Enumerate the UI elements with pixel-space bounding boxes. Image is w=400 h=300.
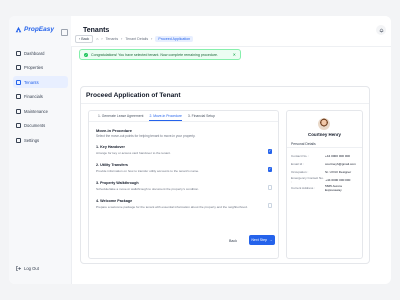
breadcrumb-back-button[interactable]: ‹ Back [75, 35, 94, 43]
wrench-icon [16, 108, 21, 114]
notification-bell-icon[interactable] [376, 25, 386, 35]
logout-label: Log Out [24, 266, 39, 271]
alert-message: Congratulations! You have selected tenan… [91, 52, 219, 57]
sidebar-item-label: Documents [24, 123, 46, 128]
steps-list: 1. Key Handover Arrange for key or acces… [96, 145, 272, 217]
sidebar-item-financials[interactable]: Financials [13, 91, 68, 103]
sidebar-item-maintenance[interactable]: Maintenance [13, 105, 68, 117]
step-description: Schedule/take a move-in walkthrough to d… [96, 187, 200, 191]
detail-row: Contact No. : +44 0000 000 000 [291, 152, 359, 160]
next-step-button[interactable]: Next Step → [249, 235, 275, 245]
details-list: Contact No. : +44 0000 000 000 Email Id … [291, 152, 359, 192]
list-item: 2. Utility Transfers Provide information… [96, 163, 272, 181]
gear-icon [16, 137, 21, 143]
wallet-icon [16, 94, 21, 99]
personal-details-title: Personal Details [291, 142, 316, 146]
step-title: 2. Utility Transfers [96, 163, 128, 167]
step-checkbox[interactable] [267, 185, 272, 190]
success-alert: ✓ Congratulations! You have selected ten… [79, 49, 241, 60]
sidebar-item-dashboard[interactable]: Dashboard [13, 47, 68, 59]
detail-row: Occupation : Sr. UX/UI Designer [291, 168, 359, 176]
divider [287, 147, 362, 148]
detail-label: Occupation : [291, 170, 309, 174]
sidebar-item-label: Tenants [24, 79, 39, 85]
next-step-label: Next Step [251, 238, 268, 242]
sidebar-item-label: Properties [24, 65, 44, 70]
step-description: Prepare a welcome package for the tenant… [96, 205, 248, 209]
step-checkbox[interactable] [267, 203, 272, 208]
section-subtitle: Select the move-out points for helping t… [96, 134, 196, 138]
detail-row: Current Address : 5665 Aurora Expressway [291, 184, 359, 192]
tab-move-in[interactable]: 2. Move-in Procedure [149, 111, 182, 121]
sidebar-item-label: Financials [24, 94, 43, 99]
sidebar: PropEasy Dashboard Properties Tenants Fi… [9, 16, 72, 284]
detail-value: +44 0000 000 000 [325, 178, 351, 182]
breadcrumb-current: Proceed Application [155, 36, 194, 42]
detail-label: Current Address : [291, 186, 316, 190]
step-title: 1. Key Handover [96, 145, 125, 149]
divider [81, 103, 369, 104]
breadcrumb-item[interactable]: Tenants [106, 37, 119, 41]
bell-icon [379, 28, 383, 32]
step-tabs: 1. Generate Lease Agreement 2. Move-in P… [89, 111, 278, 122]
detail-row: Emergency Contact No. : +44 0000 000 000 [291, 176, 359, 184]
step-title: 3. Property Walkthrough [96, 181, 139, 185]
detail-value: courtneyh@gmail.com [325, 162, 356, 166]
sidebar-nav: Dashboard Properties Tenants Financials … [13, 47, 68, 149]
list-item: 1. Key Handover Arrange for key or acces… [96, 145, 272, 163]
detail-value: Sr. UX/UI Designer [325, 170, 352, 174]
list-item: 3. Property Walkthrough Schedule/take a … [96, 181, 272, 199]
sidebar-item-label: Dashboard [24, 50, 45, 56]
detail-label: Emergency Contact No. : [291, 176, 324, 184]
section-title: Move-in Procedure [96, 128, 133, 133]
step-checkbox[interactable]: ✓ [267, 149, 272, 154]
detail-row: Email Id : courtneyh@gmail.com [291, 160, 359, 168]
grid-icon [16, 50, 21, 56]
sidebar-item-documents[interactable]: Documents [13, 120, 68, 132]
step-checkbox[interactable]: ✓ [267, 167, 272, 172]
breadcrumb-item[interactable]: Tenant Details [125, 37, 148, 41]
list-item: 4. Welcome Package Prepare a welcome pac… [96, 199, 272, 217]
procedure-panel: 1. Generate Lease Agreement 2. Move-in P… [88, 110, 279, 259]
tab-lease-agreement[interactable]: 1. Generate Lease Agreement [98, 111, 143, 121]
step-description: Arrange for key or access card handover … [96, 151, 171, 155]
logout-icon [16, 266, 21, 271]
sidebar-collapse-icon[interactable] [61, 29, 68, 36]
sidebar-item-label: Settings [24, 137, 40, 143]
step-title: 4. Welcome Package [96, 199, 133, 203]
logout-button[interactable]: Log Out [16, 266, 39, 271]
detail-value: +44 0000 000 000 [325, 154, 351, 158]
breadcrumb-home-icon[interactable]: ⌂ [96, 37, 98, 41]
tab-financial-setup[interactable]: 3. Financial Setup [188, 111, 215, 121]
close-icon[interactable]: ✕ [233, 52, 236, 57]
brand[interactable]: PropEasy [15, 26, 54, 33]
arrow-right-icon: → [269, 238, 273, 242]
detail-label: Contact No. : [291, 154, 310, 158]
detail-label: Email Id : [291, 162, 304, 166]
check-circle-icon: ✓ [84, 52, 88, 57]
tenant-name: Courtney Henry [308, 132, 341, 137]
detail-value: 5665 Aurora Expressway [325, 184, 342, 192]
logo-icon [15, 26, 22, 33]
building-icon [16, 65, 21, 70]
step-description: Provide information on how to transfer u… [96, 169, 200, 173]
avatar [318, 118, 330, 130]
card-title: Proceed Application of Tenant [86, 92, 181, 99]
brand-name: PropEasy [24, 26, 54, 33]
page-title: Tenants [83, 27, 110, 34]
sidebar-item-properties[interactable]: Properties [13, 62, 68, 74]
users-icon [16, 79, 21, 85]
application-card: Proceed Application of Tenant 1. Generat… [80, 86, 370, 264]
sidebar-item-tenants[interactable]: Tenants [13, 76, 68, 88]
file-icon [16, 123, 21, 128]
sidebar-item-label: Maintenance [24, 108, 48, 114]
breadcrumb: ‹ Back ⌂ › Tenants › Tenant Details › Pr… [75, 35, 194, 43]
tenant-profile-panel: Courtney Henry Personal Details Contact … [286, 110, 363, 259]
back-button[interactable]: Back [229, 239, 237, 243]
sidebar-item-settings[interactable]: Settings [13, 134, 68, 146]
